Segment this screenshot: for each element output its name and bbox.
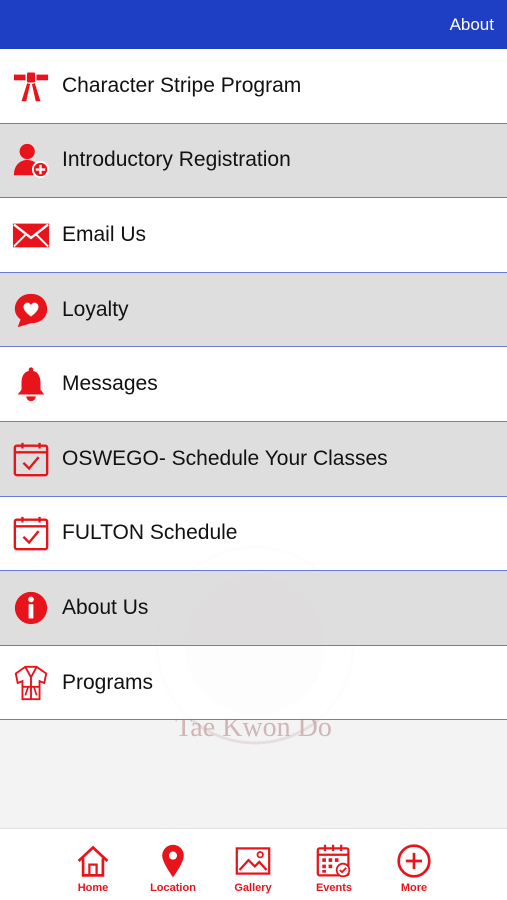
bell-icon: [0, 347, 62, 421]
tab-more[interactable]: More: [379, 843, 449, 894]
plus-circle-icon: [397, 844, 431, 878]
menu-item-email-us[interactable]: Email Us: [0, 198, 507, 273]
menu-item-label: Character Stripe Program: [62, 73, 302, 97]
menu-item-label: OSWEGO- Schedule Your Classes: [62, 446, 388, 470]
menu-item-introductory-registration[interactable]: Introductory Registration: [0, 123, 507, 199]
home-icon: [77, 845, 109, 877]
menu-item-about-us[interactable]: About Us: [0, 571, 507, 646]
menu-item-loyalty[interactable]: Loyalty: [0, 272, 507, 348]
add-user-icon: [0, 124, 62, 198]
tab-events[interactable]: Events: [299, 843, 369, 894]
menu-item-programs[interactable]: Programs: [0, 645, 507, 721]
calendar-grid-icon: [316, 844, 351, 878]
tab-location[interactable]: Location: [138, 843, 208, 894]
tab-label: Home: [77, 882, 109, 894]
tab-label: Gallery: [234, 882, 272, 894]
map-pin-icon: [162, 844, 184, 878]
app-screen: Tae Kwon Do About Character Stripe Progr…: [0, 0, 507, 900]
calendar-check-icon: [0, 497, 62, 571]
heart-chat-icon: [0, 273, 62, 347]
menu-item-label: Loyalty: [62, 297, 129, 321]
menu-item-oswego-schedule[interactable]: OSWEGO- Schedule Your Classes: [0, 421, 507, 497]
top-nav-bar: About: [0, 0, 507, 49]
about-link[interactable]: About: [450, 15, 494, 35]
image-icon: [235, 847, 271, 875]
info-icon: [0, 571, 62, 645]
menu-item-label: Messages: [62, 372, 158, 396]
uniform-icon: [0, 646, 62, 720]
tab-gallery[interactable]: Gallery: [218, 843, 288, 894]
tab-label: More: [400, 882, 428, 894]
menu-item-label: Programs: [62, 670, 154, 694]
menu-item-label: Email Us: [62, 222, 147, 246]
menu-item-label: About Us: [62, 595, 149, 619]
menu-item-label: Introductory Registration: [62, 148, 291, 172]
tab-label: Events: [315, 882, 353, 894]
menu-item-character-stripe-program[interactable]: Character Stripe Program: [0, 49, 507, 124]
menu-item-label: FULTON Schedule: [62, 521, 238, 545]
menu-list: Character Stripe Program Introductory Re…: [0, 49, 507, 721]
menu-item-fulton-schedule[interactable]: FULTON Schedule: [0, 496, 507, 572]
envelope-icon: [0, 198, 62, 272]
menu-item-messages[interactable]: Messages: [0, 347, 507, 422]
tab-label: Location: [150, 882, 196, 894]
bottom-tab-bar: Home Location Gallery Events More: [0, 828, 507, 900]
belt-icon: [0, 49, 62, 123]
calendar-check-icon: [0, 422, 62, 496]
tab-home[interactable]: Home: [58, 843, 128, 894]
